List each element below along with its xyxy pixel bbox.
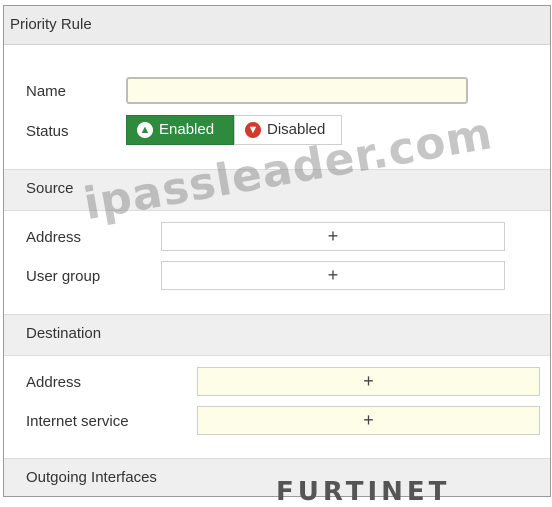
source-user-group-picker[interactable]: +	[161, 261, 505, 290]
source-address-picker[interactable]: +	[161, 222, 505, 251]
add-icon: +	[327, 226, 339, 246]
add-icon: +	[363, 410, 374, 430]
enabled-label: Enabled	[159, 121, 215, 138]
destination-address-label: Address	[26, 374, 82, 391]
name-input[interactable]	[126, 77, 468, 104]
source-section-header: Source	[4, 169, 550, 211]
destination-section-header: Destination	[4, 314, 550, 356]
destination-section-label: Destination	[26, 325, 102, 342]
add-icon: +	[327, 265, 339, 285]
source-user-group-label: User group	[26, 268, 101, 285]
outgoing-interfaces-label: Outgoing Interfaces	[26, 469, 157, 486]
add-icon: +	[363, 371, 374, 391]
fortinet-logo: FURTINET	[276, 477, 451, 507]
source-address-label: Address	[26, 229, 82, 246]
arrow-up-circle-icon: ▲	[137, 122, 153, 138]
internet-service-picker[interactable]: +	[197, 406, 540, 435]
status-label: Status	[26, 123, 69, 140]
priority-rule-dialog: Priority Rule Name Status ▲ Enabled ▼ Di…	[3, 5, 551, 497]
arrow-down-circle-icon: ▼	[245, 122, 261, 138]
dialog-title: Priority Rule	[4, 6, 550, 45]
status-disabled-button[interactable]: ▼ Disabled	[234, 115, 342, 145]
disabled-label: Disabled	[267, 121, 326, 138]
destination-address-picker[interactable]: +	[197, 367, 540, 396]
internet-service-label: Internet service	[26, 413, 129, 430]
name-label: Name	[26, 83, 67, 100]
source-section-label: Source	[26, 180, 74, 197]
status-enabled-button[interactable]: ▲ Enabled	[126, 115, 234, 145]
